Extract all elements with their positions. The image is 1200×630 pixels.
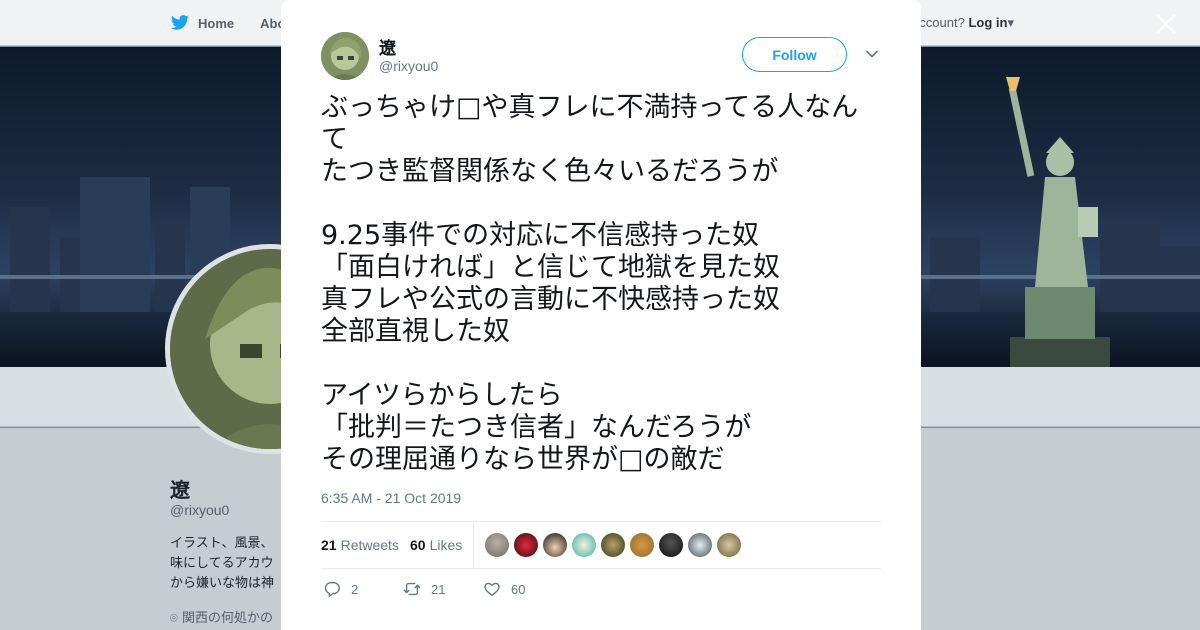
author-name[interactable]: 遼 bbox=[379, 34, 396, 59]
profile-bio: イラスト、風景、 味にしてるアカウ から嫌いな物は神 bbox=[170, 534, 280, 594]
liker-avatar[interactable] bbox=[572, 533, 596, 557]
tweet-timestamp[interactable]: 6:35 AM - 21 Oct 2019 bbox=[321, 490, 461, 506]
likes-label: Likes bbox=[429, 537, 463, 553]
profile-bio-line: イラスト、風景、 bbox=[170, 536, 274, 551]
twitter-bird-icon[interactable] bbox=[170, 15, 190, 31]
profile-name: 遼 bbox=[170, 478, 190, 502]
tweet-text: ぶっちゃけ□や真フレに不満持ってる人なんて たつき監督関係なく色々いるだろうが … bbox=[321, 92, 859, 475]
close-icon[interactable] bbox=[1154, 12, 1178, 36]
profile-location-text: 関西の何処かの bbox=[181, 611, 273, 626]
retweet-count: 21 bbox=[431, 581, 446, 597]
tweet-modal: 遼 @rixyou0 Follow ぶっちゃけ□や真フレに不満持ってる人なんて … bbox=[281, 0, 921, 630]
author-avatar[interactable] bbox=[321, 32, 369, 80]
nav-account-text: ccount? bbox=[919, 15, 965, 30]
author-handle[interactable]: @rixyou0 bbox=[379, 58, 438, 74]
like-button[interactable]: 60 bbox=[483, 580, 525, 598]
liker-avatar[interactable] bbox=[543, 533, 567, 557]
nav-account-area: ccount? Log in▾ bbox=[919, 15, 1014, 31]
profile-bio-line: から嫌いな物は神 bbox=[170, 576, 275, 591]
retweets-label: Retweets bbox=[340, 537, 399, 553]
statue-image bbox=[1006, 77, 1110, 367]
follow-button[interactable]: Follow bbox=[742, 37, 847, 72]
retweet-button[interactable]: 21 bbox=[403, 580, 445, 598]
liker-avatar[interactable] bbox=[630, 533, 654, 557]
liker-avatar[interactable] bbox=[514, 533, 538, 557]
tweet-stats: 21 Retweets 60 Likes bbox=[321, 521, 881, 569]
liker-avatar[interactable] bbox=[717, 533, 741, 557]
tweet-actions: 2 21 60 bbox=[321, 578, 881, 604]
liker-avatar[interactable] bbox=[688, 533, 712, 557]
login-caret-icon[interactable]: ▾ bbox=[1007, 15, 1014, 30]
profile-location: ⌾ 関西の何処かの bbox=[170, 607, 280, 626]
profile-handle: @rixyou0 bbox=[170, 502, 230, 518]
stats-divider bbox=[473, 522, 474, 569]
liker-avatars bbox=[485, 533, 741, 557]
retweet-icon bbox=[403, 582, 421, 596]
like-count: 60 bbox=[511, 581, 526, 597]
likes-stat[interactable]: 60 Likes bbox=[410, 537, 462, 553]
location-pin-icon: ⌾ bbox=[170, 611, 178, 626]
likes-count: 60 bbox=[410, 537, 426, 553]
reply-count: 2 bbox=[351, 581, 359, 597]
nav-home-link[interactable]: Home bbox=[198, 16, 234, 31]
login-link[interactable]: Log in bbox=[968, 15, 1007, 30]
retweets-count: 21 bbox=[321, 537, 337, 553]
retweets-stat[interactable]: 21 Retweets bbox=[321, 537, 399, 553]
liker-avatar[interactable] bbox=[659, 533, 683, 557]
profile-bio-line: 味にしてるアカウ bbox=[170, 556, 274, 571]
chevron-down-icon[interactable] bbox=[865, 47, 879, 61]
liker-avatar[interactable] bbox=[485, 533, 509, 557]
liker-avatar[interactable] bbox=[601, 533, 625, 557]
reply-icon bbox=[324, 582, 340, 597]
reply-button[interactable]: 2 bbox=[323, 580, 358, 598]
heart-icon bbox=[484, 582, 500, 596]
